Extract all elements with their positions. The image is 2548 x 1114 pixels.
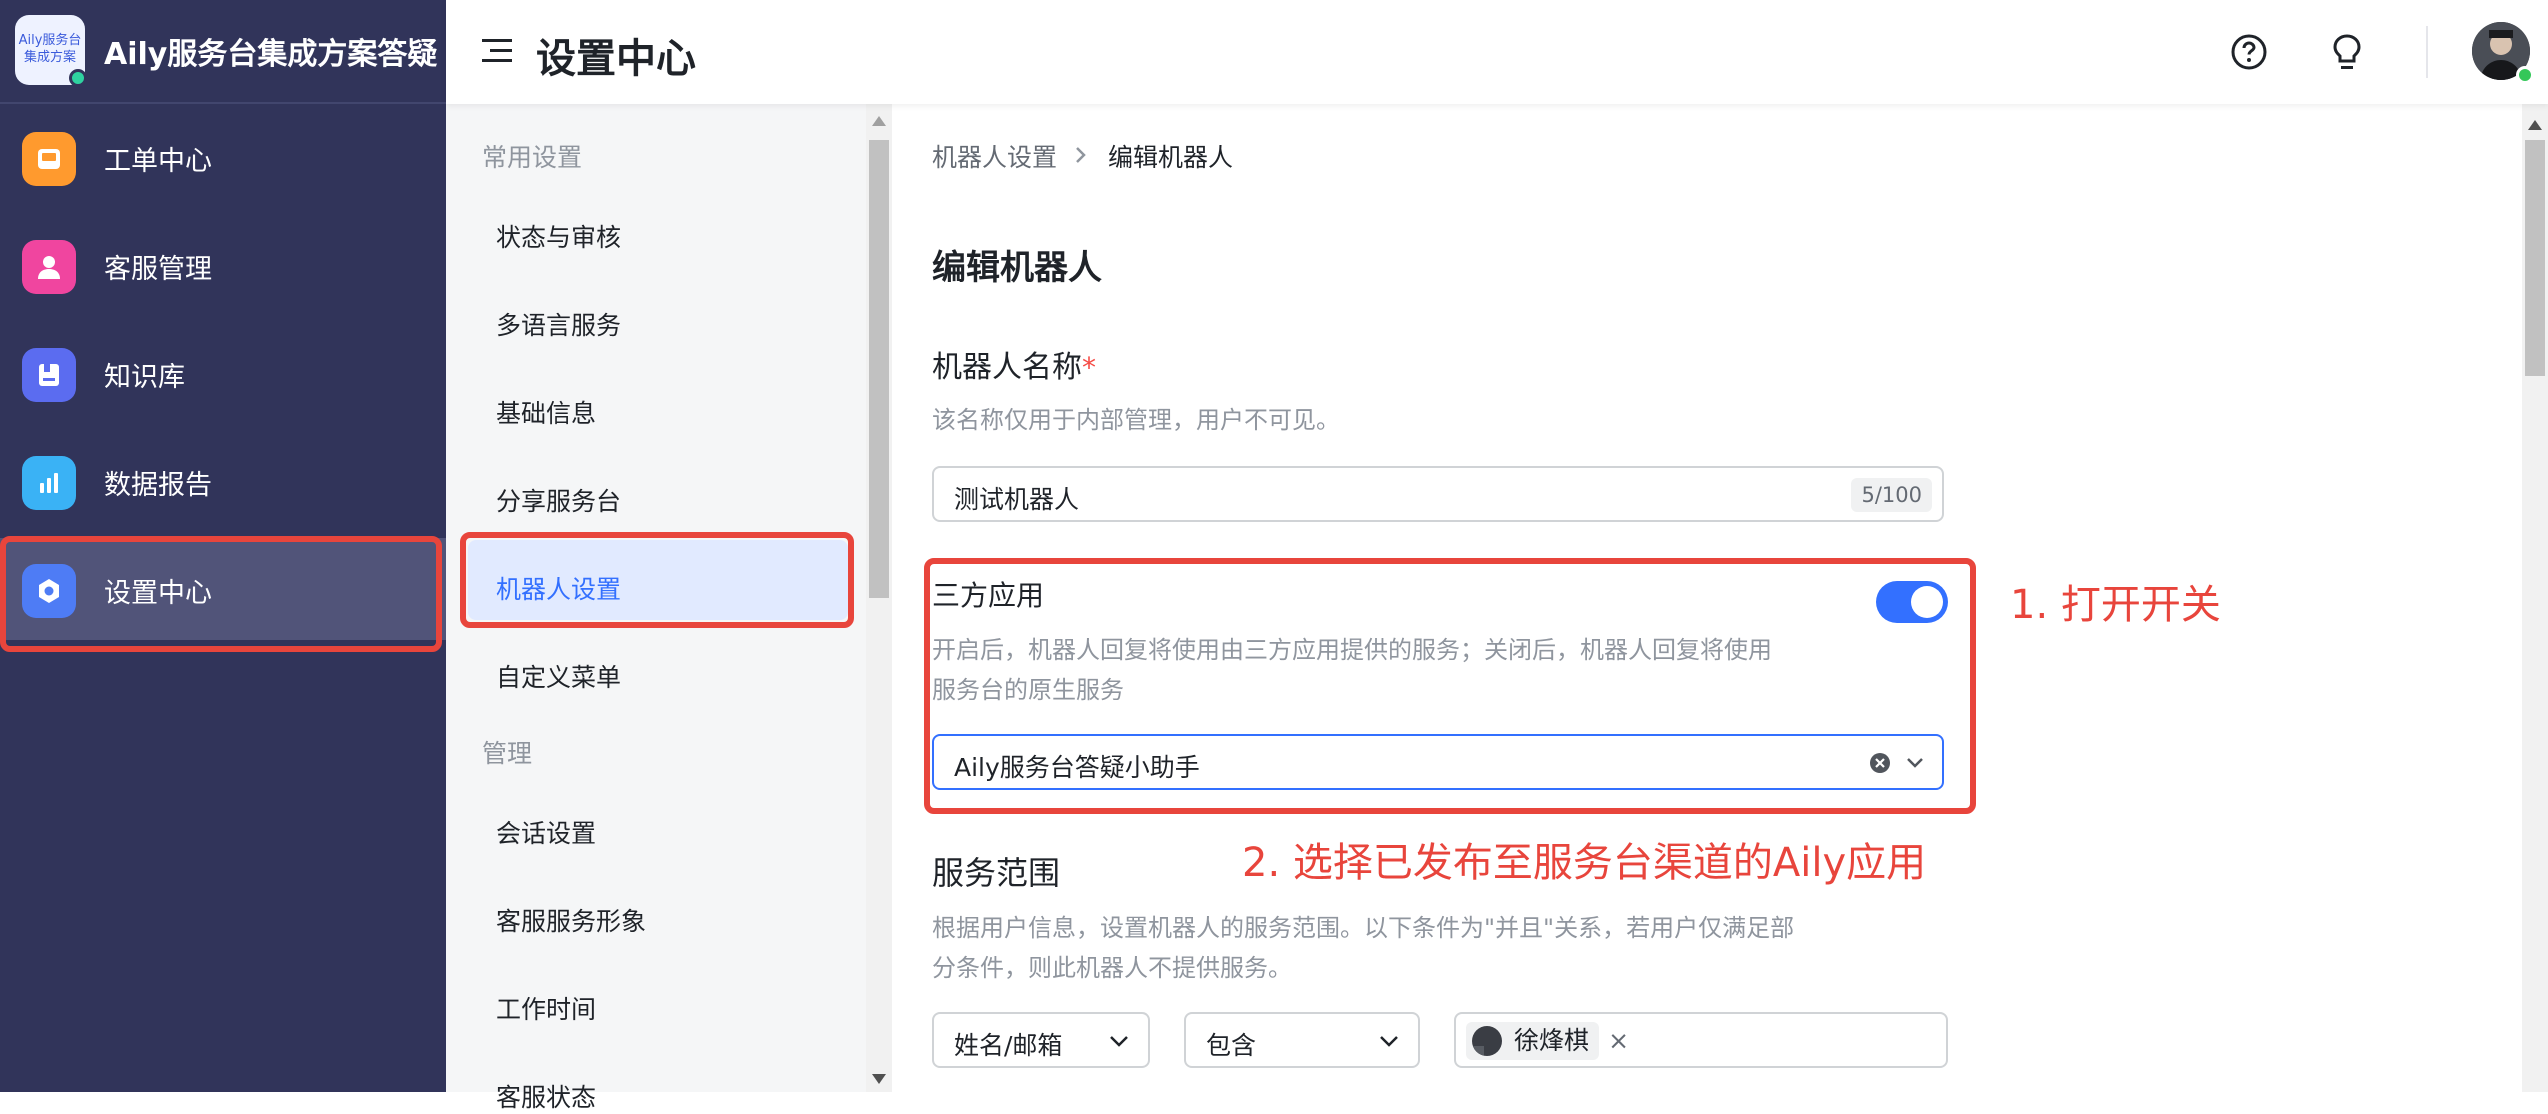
subnav-group-common: 常用设置 <box>482 143 583 172</box>
nav-item-agents[interactable]: 客服管理 <box>0 214 446 316</box>
bar-chart-icon <box>22 456 76 510</box>
subnav-item-agent-status[interactable]: 客服状态 <box>496 1078 596 1114</box>
settings-subnav: 常用设置 状态与审核 多语言服务 基础信息 分享服务台 机器人设置 自定义菜单 … <box>446 104 866 1112</box>
user-tag-name: 徐烽棋 <box>1514 1026 1590 1055</box>
book-icon <box>22 348 76 402</box>
user-tag: 徐烽棋 × <box>1466 1022 1629 1060</box>
subnav-item-work-hours[interactable]: 工作时间 <box>496 990 596 1026</box>
subnav-item-session[interactable]: 会话设置 <box>496 814 596 850</box>
nav-label-knowledge: 知识库 <box>104 362 185 393</box>
main-scroll-up-arrow-icon[interactable] <box>2528 120 2542 130</box>
chevron-right-icon <box>1076 147 1086 163</box>
tag-avatar <box>1472 1026 1502 1056</box>
subnav-scrollbar[interactable] <box>866 104 892 1092</box>
subnav-item-status-review[interactable]: 状态与审核 <box>496 218 621 254</box>
online-status-dot <box>69 69 87 87</box>
app-logo[interactable]: Aily服务台集成方案 <box>15 15 87 87</box>
subnav-item-multilang[interactable]: 多语言服务 <box>496 306 621 342</box>
service-scope-desc-line2: 分条件，则此机器人不提供服务。 <box>932 954 1292 982</box>
subnav-group-manage: 管理 <box>482 739 533 768</box>
annotation-highlight-settings <box>0 536 442 652</box>
nav-item-reports[interactable]: 数据报告 <box>0 430 446 532</box>
scope-field-value: 姓名/邮箱 <box>954 1031 1063 1060</box>
nav-label-agents: 客服管理 <box>104 254 212 285</box>
form-heading: 编辑机器人 <box>932 248 1102 288</box>
header-divider <box>2426 26 2428 78</box>
required-mark: * <box>1082 351 1096 384</box>
annotation-highlight-robot-settings <box>460 532 854 628</box>
robot-name-desc: 该名称仅用于内部管理，用户不可见。 <box>932 406 1340 434</box>
annotation-step1: 1. 打开开关 <box>2010 582 2221 628</box>
scope-field-select[interactable]: 姓名/邮箱 <box>932 1012 1150 1068</box>
nav-item-knowledge[interactable]: 知识库 <box>0 322 446 424</box>
subnav-item-agent-image[interactable]: 客服服务形象 <box>496 902 646 938</box>
subnav-item-basic-info[interactable]: 基础信息 <box>496 394 596 430</box>
subnav-item-share[interactable]: 分享服务台 <box>496 482 621 518</box>
page-title: 设置中心 <box>536 36 696 82</box>
breadcrumb-parent[interactable]: 机器人设置 <box>932 138 1057 174</box>
annotation-step2: 2. 选择已发布至服务台渠道的Aily应用 <box>1242 840 1927 886</box>
robot-name-value: 测试机器人 <box>954 485 1080 514</box>
nav-label-reports: 数据报告 <box>104 470 212 501</box>
chevron-down-icon <box>1380 1036 1398 1047</box>
nav-label-tickets: 工单中心 <box>104 146 212 177</box>
breadcrumb-current: 编辑机器人 <box>1108 143 1234 172</box>
remove-tag-icon[interactable]: × <box>1608 1022 1629 1060</box>
main-scrollbar[interactable] <box>2522 104 2548 1092</box>
robot-name-label: 机器人名称* <box>932 342 1096 386</box>
scope-operator-select[interactable]: 包含 <box>1184 1012 1420 1068</box>
robot-name-input[interactable]: 测试机器人 5/100 <box>932 466 1944 522</box>
app-logo-text: Aily服务台集成方案 <box>18 33 82 65</box>
left-nav: Aily服务台集成方案 Aily服务台集成方案答疑 工单中心 客服管理 知识库 … <box>0 0 446 1092</box>
top-header: 设置中心 <box>446 0 2548 104</box>
subnav-scroll-thumb[interactable] <box>869 140 889 598</box>
robot-name-label-text: 机器人名称 <box>932 350 1082 385</box>
scope-user-picker[interactable]: 徐烽棋 × <box>1454 1012 1948 1068</box>
main-scroll-thumb[interactable] <box>2525 140 2545 376</box>
user-icon <box>22 240 76 294</box>
app-header: Aily服务台集成方案 Aily服务台集成方案答疑 <box>0 0 446 104</box>
subnav-item-custom-menu[interactable]: 自定义菜单 <box>496 658 621 694</box>
menu-icon[interactable] <box>482 36 514 66</box>
nav-item-tickets[interactable]: 工单中心 <box>0 106 446 208</box>
scroll-down-arrow-icon[interactable] <box>872 1074 886 1084</box>
chevron-down-icon <box>1110 1036 1128 1047</box>
help-icon[interactable] <box>2230 33 2268 71</box>
char-counter: 5/100 <box>1851 478 1932 512</box>
annotation-highlight-third-party <box>924 558 1976 814</box>
app-title[interactable]: Aily服务台集成方案答疑 <box>104 29 437 73</box>
service-scope-desc-line1: 根据用户信息，设置机器人的服务范围。以下条件为"并且"关系，若用户仅满足部 <box>932 914 1795 942</box>
main-content: 机器人设置 编辑机器人 编辑机器人 机器人名称* 该名称仅用于内部管理，用户不可… <box>896 104 2522 1092</box>
service-scope-label: 服务范围 <box>932 854 1061 892</box>
lightbulb-icon[interactable] <box>2330 33 2364 73</box>
scope-operator-value: 包含 <box>1206 1031 1257 1060</box>
scroll-up-arrow-icon[interactable] <box>872 116 886 126</box>
avatar-online-dot <box>2516 66 2534 84</box>
inbox-icon <box>22 132 76 186</box>
